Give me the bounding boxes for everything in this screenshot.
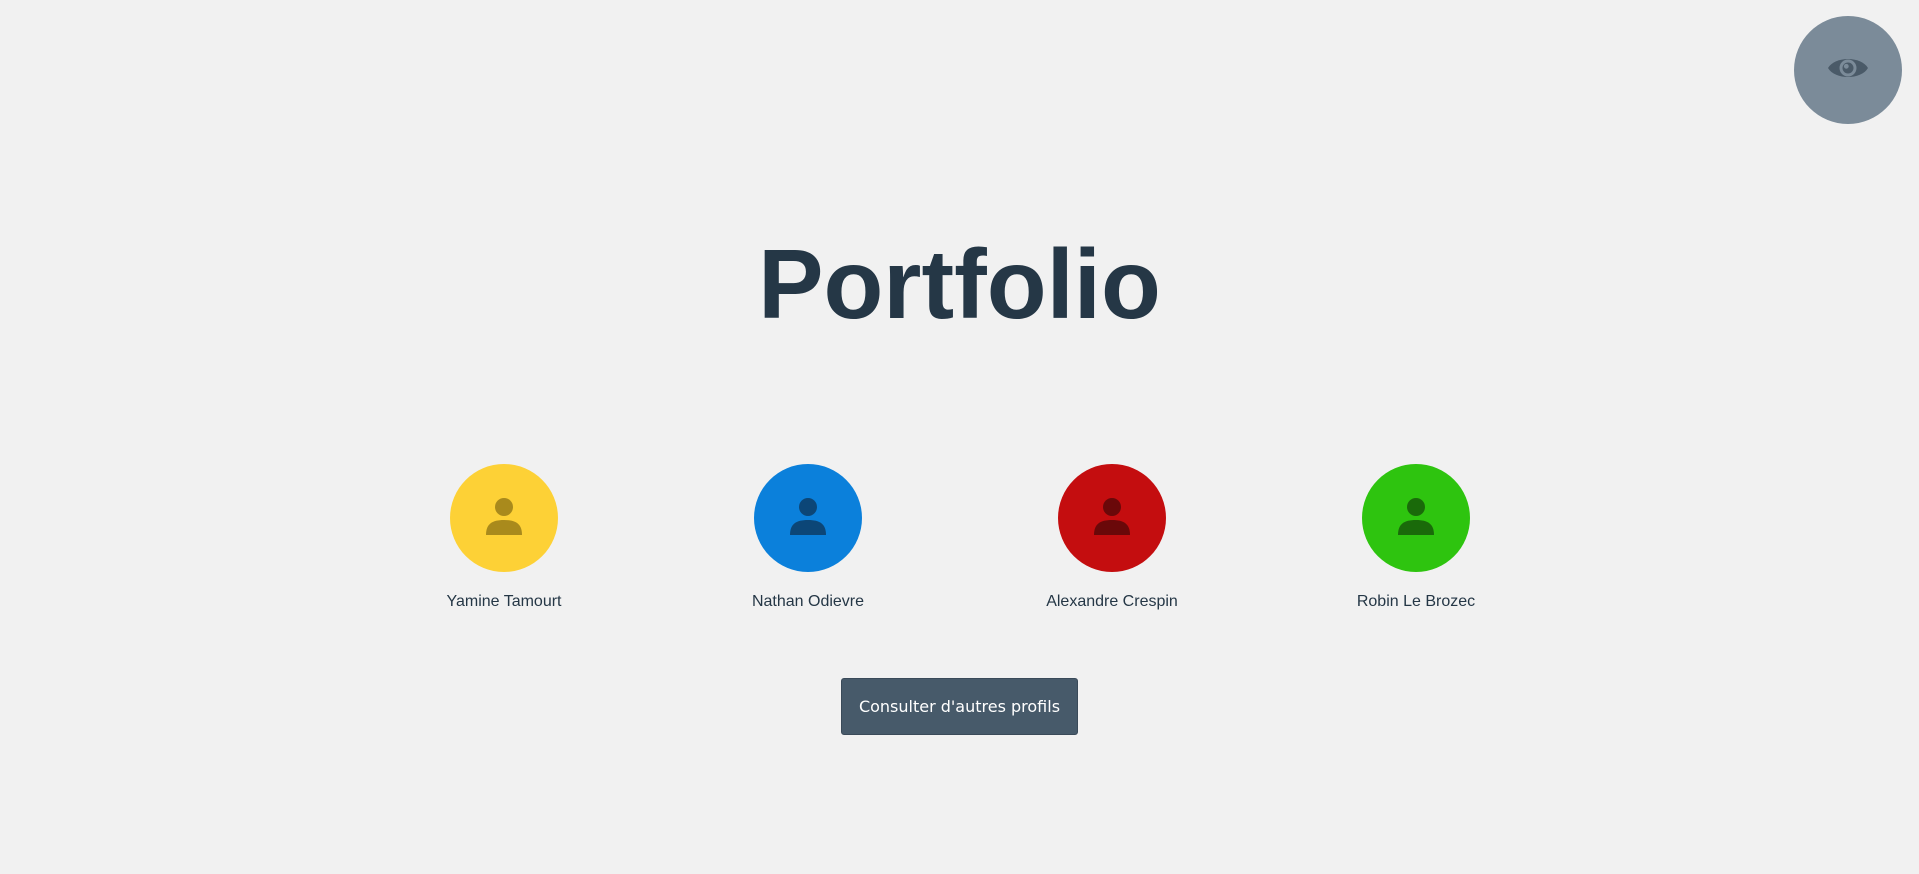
- profile-name[interactable]: Robin Le Brozec: [1357, 593, 1475, 611]
- profile-name[interactable]: Alexandre Crespin: [1046, 593, 1178, 611]
- avatar[interactable]: [754, 464, 862, 572]
- profile-card-nathan-odievre[interactable]: Nathan Odievre: [708, 464, 908, 611]
- person-icon: [787, 495, 829, 542]
- person-icon: [1395, 495, 1437, 542]
- avatar[interactable]: [450, 464, 558, 572]
- profile-card-robin-le-brozec[interactable]: Robin Le Brozec: [1316, 464, 1516, 611]
- view-toggle-button[interactable]: [1794, 16, 1902, 124]
- page-title: Portfolio: [758, 229, 1161, 339]
- profile-name[interactable]: Nathan Odievre: [752, 593, 864, 611]
- profile-card-yamine-tamourt[interactable]: Yamine Tamourt: [404, 464, 604, 611]
- profile-list: Yamine Tamourt Nathan Odievre Alexandre …: [0, 464, 1919, 624]
- avatar[interactable]: [1058, 464, 1166, 572]
- profile-name[interactable]: Yamine Tamourt: [446, 593, 561, 611]
- person-icon: [1091, 495, 1133, 542]
- avatar[interactable]: [1362, 464, 1470, 572]
- profile-card-alexandre-crespin[interactable]: Alexandre Crespin: [1012, 464, 1212, 611]
- person-icon: [483, 495, 525, 542]
- more-profiles-button[interactable]: Consulter d'autres profils: [841, 678, 1078, 735]
- eye-icon: [1826, 46, 1870, 95]
- page: Portfolio Yamine Tamourt Nathan Odievre: [0, 0, 1919, 874]
